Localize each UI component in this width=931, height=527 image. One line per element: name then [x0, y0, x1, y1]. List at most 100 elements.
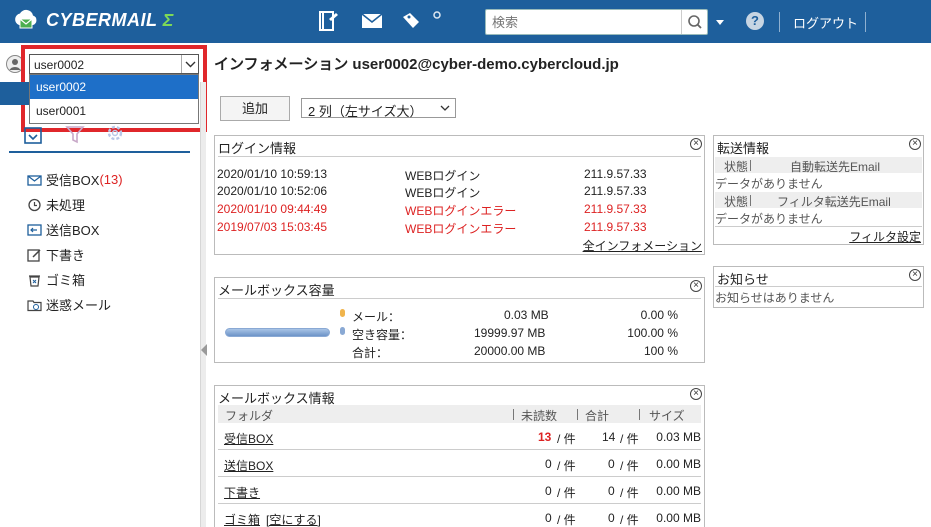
panel-divider [715, 286, 922, 287]
folder-size: 0.03 MB [656, 430, 701, 444]
close-icon[interactable]: × [690, 388, 702, 400]
capacity-size: 20000.00 MB [474, 344, 546, 358]
layout-selected-value: 2 列（左サイズ大） [308, 104, 423, 119]
row-divider [218, 503, 701, 504]
sidebar-item-drafts[interactable]: 下書き [27, 242, 123, 267]
sidebar-item-outbox[interactable]: 送信BOX [27, 217, 123, 242]
close-icon[interactable]: × [909, 269, 921, 281]
folder-label: 送信BOX [46, 223, 100, 238]
forwarding-info-panel: 転送情報 × 状態 自動転送先Email データがありません 状態 フィルタ転送… [713, 135, 924, 245]
folder-label: 受信BOX [46, 173, 100, 188]
login-ip: 211.9.57.33 [584, 220, 647, 234]
all-information-link[interactable]: 全インフォメーション [583, 237, 702, 254]
column-separator [513, 409, 514, 420]
row-divider [715, 226, 922, 227]
highlight-frame [21, 45, 207, 132]
unit-label: / 件 [620, 432, 639, 446]
tag-settings-icon[interactable] [401, 11, 441, 31]
help-icon[interactable]: ? [746, 12, 764, 30]
login-ip: 211.9.57.33 [584, 167, 647, 181]
spam-folder-icon [27, 299, 42, 311]
column-header-filter-forward: フィルタ転送先Email [777, 195, 891, 209]
unread-count: 13 [538, 430, 552, 444]
sidebar-tabs [9, 124, 190, 153]
search-options-dropdown[interactable] [716, 20, 724, 25]
settings-tab-icon[interactable] [104, 124, 126, 146]
unit-label: / 件 [557, 513, 576, 527]
logout-link[interactable]: ログアウト [793, 13, 858, 32]
login-event: WEBログインエラー [405, 222, 517, 236]
unit-label: / 件 [557, 432, 576, 446]
sidebar-splitter[interactable] [200, 82, 207, 527]
column-separator [639, 409, 640, 420]
sidebar-item-inbox[interactable]: 受信BOX (13) [27, 167, 123, 192]
address-book-icon[interactable] [317, 10, 339, 32]
mailbox-capacity-panel: メールボックス容量 × メール： 0.03 MB 0.00 % 空き容量： 19… [214, 277, 705, 363]
column-separator [577, 409, 578, 420]
filter-tab-icon[interactable] [64, 124, 86, 146]
login-event: WEBログイン [405, 186, 481, 200]
capacity-percent: 0.00 % [640, 308, 678, 322]
folder-size: 0.00 MB [656, 511, 701, 525]
folder-label: 未処理 [46, 198, 86, 213]
close-icon[interactable]: × [690, 280, 702, 292]
folder-link-outbox[interactable]: 送信BOX [224, 457, 273, 474]
folder-list: 受信BOX (13) 未処理 送信BOX 下書き ゴミ箱 迷惑メール [27, 167, 123, 317]
login-time: 2020/01/10 09:44:49 [217, 202, 328, 216]
top-bar: CYBERMAIL Σ ? ログアウト [0, 0, 931, 43]
add-widget-button[interactable]: 追加 [220, 96, 290, 121]
free-legend-dot [340, 327, 345, 335]
folder-link-drafts[interactable]: 下書き [224, 484, 260, 501]
sidebar-header-bar [0, 82, 29, 105]
table-header: 状態 フィルタ転送先Email [715, 192, 922, 209]
search-box [485, 9, 708, 35]
total-count: 14 [602, 430, 616, 444]
collapse-arrow-icon[interactable] [201, 344, 207, 356]
sidebar-item-unprocessed[interactable]: 未処理 [27, 192, 123, 217]
total-count: 0 [608, 484, 615, 498]
capacity-label: メール： [352, 310, 401, 324]
unread-count: 0 [545, 484, 552, 498]
folder-label: 迷惑メール [46, 298, 112, 313]
mail-icon[interactable] [361, 13, 383, 29]
folder-link-inbox[interactable]: 受信BOX [224, 430, 273, 447]
capacity-bar [225, 328, 330, 337]
row-divider [218, 476, 701, 477]
logo[interactable]: CYBERMAIL Σ [12, 6, 174, 34]
header-divider [865, 12, 866, 32]
close-icon[interactable]: × [909, 138, 921, 150]
search-icon [688, 15, 702, 29]
folder-label: 下書き [46, 248, 86, 263]
column-separator [750, 160, 751, 171]
capacity-size: 0.03 MB [504, 308, 549, 322]
empty-trash-link[interactable]: [空にする] [266, 511, 321, 527]
column-header-folder: フォルダ [225, 409, 274, 423]
unit-label: / 件 [620, 459, 639, 473]
close-icon[interactable]: × [690, 138, 702, 150]
folder-link-trash[interactable]: ゴミ箱 [224, 511, 260, 527]
table-header: 状態 自動転送先Email [715, 157, 922, 174]
search-button[interactable] [681, 10, 707, 34]
search-input[interactable] [486, 10, 681, 34]
mail-legend-dot [340, 309, 345, 317]
empty-message: データがありません [715, 212, 823, 226]
panel-title: ログイン情報 [218, 141, 297, 156]
sidebar-item-spam[interactable]: 迷惑メール [27, 292, 123, 317]
total-count: 0 [608, 511, 615, 525]
layout-select[interactable]: 2 列（左サイズ大） [301, 98, 456, 119]
login-ip: 211.9.57.33 [584, 202, 647, 216]
column-header-unread: 未読数 [521, 409, 558, 423]
cloud-mail-logo-icon [15, 9, 37, 29]
login-event: WEBログイン [405, 169, 481, 183]
filter-settings-link[interactable]: フィルタ設定 [849, 228, 921, 245]
sidebar-item-trash[interactable]: ゴミ箱 [27, 267, 123, 292]
column-separator [750, 195, 751, 206]
login-time: 2020/01/10 10:52:06 [217, 184, 328, 198]
logo-text: CYBERMAIL [46, 9, 158, 30]
folder-tab-icon[interactable] [23, 124, 43, 146]
unread-count: 0 [545, 511, 552, 525]
unit-label: / 件 [557, 459, 576, 473]
panel-divider [218, 156, 701, 157]
unread-count: 0 [545, 457, 552, 471]
chevron-down-icon [440, 105, 450, 111]
